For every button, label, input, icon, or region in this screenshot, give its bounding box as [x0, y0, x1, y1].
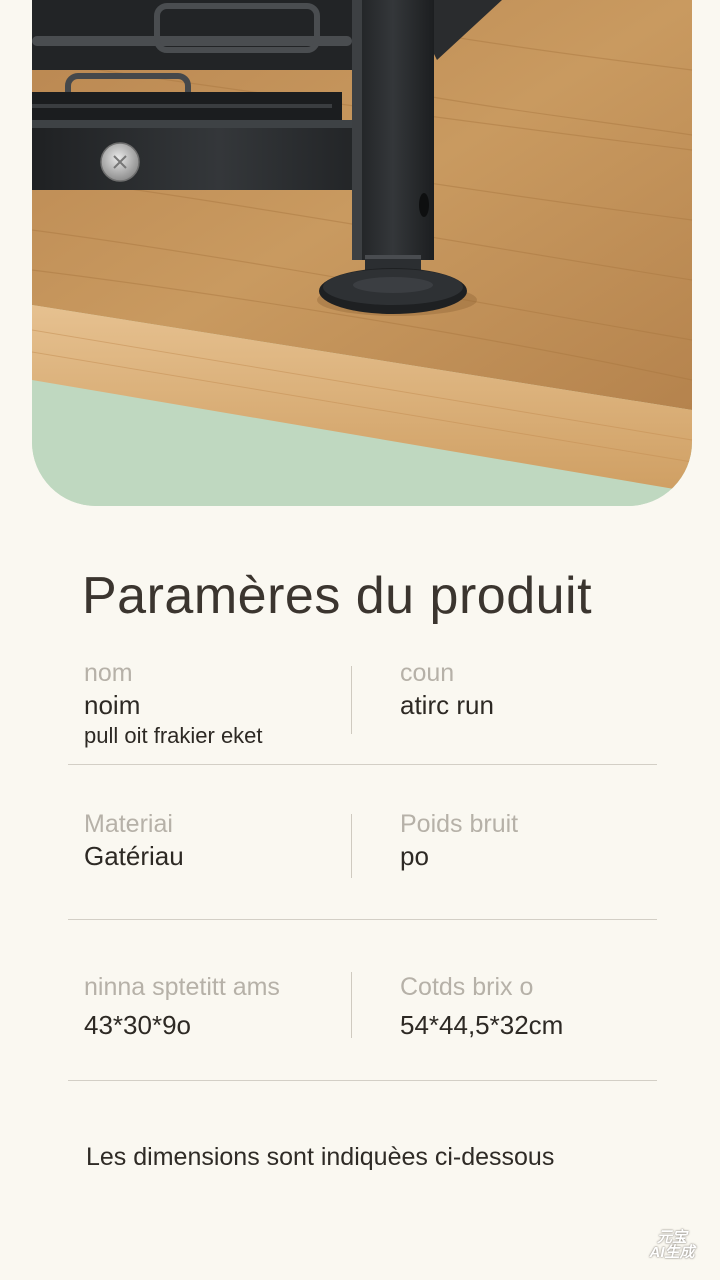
row-divider	[68, 764, 657, 765]
param-value: atirc run	[400, 690, 494, 720]
product-image	[32, 0, 692, 506]
param-label: nom	[84, 659, 133, 687]
param-label: Cotds brix o	[400, 973, 534, 1001]
watermark-line-2: AI生成	[649, 1244, 695, 1261]
param-value: Gatériau	[84, 841, 184, 871]
param-box-dimensions: Cotds brix o 54*44,5*32cm	[400, 972, 563, 1042]
param-value: noim	[84, 690, 141, 720]
param-label: coun	[400, 659, 455, 687]
column-divider	[351, 666, 352, 734]
column-divider	[351, 814, 352, 878]
row-divider	[68, 1080, 657, 1081]
param-name: nom noim pull oit frakier eket	[84, 658, 263, 750]
param-label: Materiai	[84, 810, 173, 838]
ai-generated-watermark: 元宝 AI生成	[642, 1230, 702, 1260]
param-dimensions: ninna sptetitt ams 43*30*9o	[84, 972, 280, 1042]
param-value: 43*30*9o	[84, 1010, 191, 1040]
section-title: Paramères du produit	[82, 567, 593, 625]
param-value: 54*44,5*32cm	[400, 1010, 564, 1040]
row-divider	[68, 919, 657, 920]
watermark-line-1: 元宝	[656, 1229, 687, 1246]
param-color: coun atirc run	[400, 658, 494, 722]
param-value-extra: pull oit frakier eket	[84, 723, 263, 748]
param-value: po	[400, 841, 429, 871]
param-gross-weight: Poids bruit po	[400, 809, 518, 873]
param-label: ninna sptetitt ams	[84, 973, 280, 1001]
param-label: Poids bruit	[400, 810, 519, 838]
column-divider	[351, 972, 352, 1038]
dimensions-note: Les dimensions sont indiquèes ci-dessous	[86, 1143, 555, 1171]
param-material: Materiai Gatériau	[84, 809, 184, 873]
